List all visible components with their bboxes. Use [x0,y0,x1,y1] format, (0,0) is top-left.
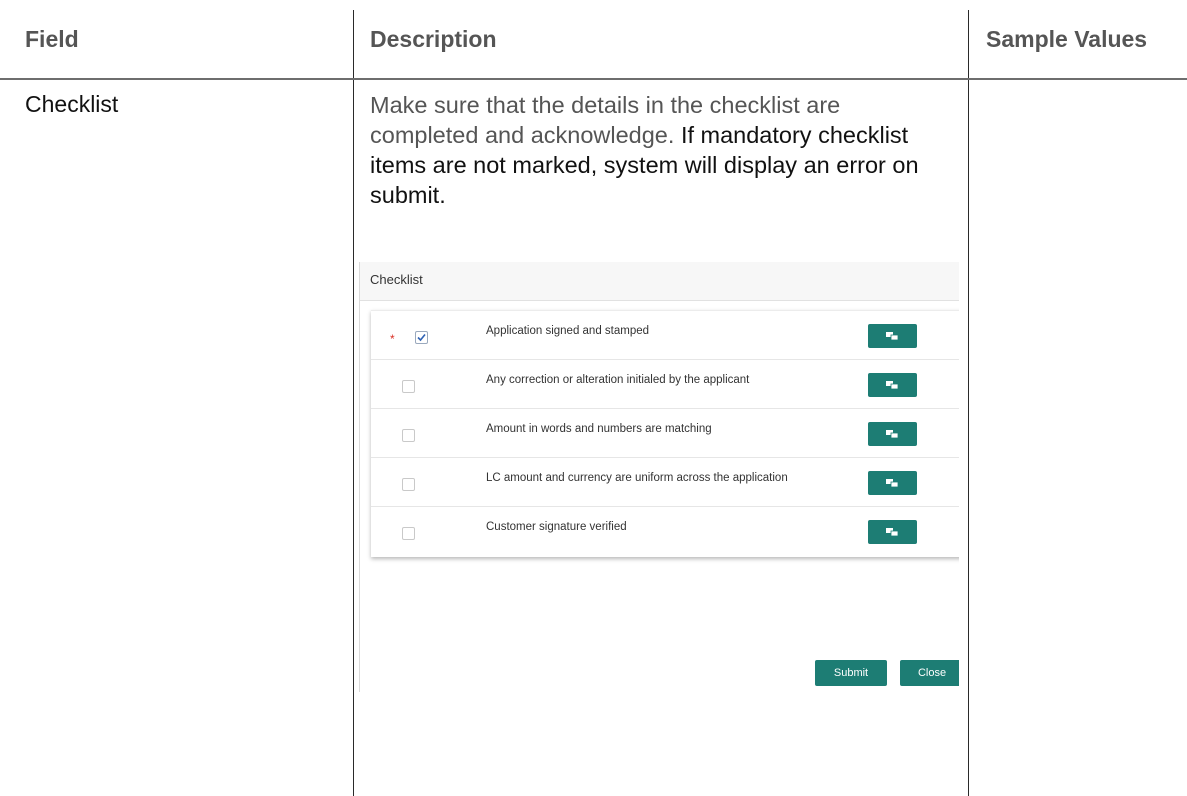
checklist-item-label: Application signed and stamped [486,325,650,337]
checklist-row: LC amount and currency are uniform acros… [371,458,959,507]
comment-icon [886,479,899,488]
checklist-item-label: LC amount and currency are uniform acros… [486,472,788,484]
checklist-checkbox[interactable] [415,331,428,344]
submit-button[interactable]: Submit [815,660,887,686]
comment-button[interactable] [868,324,917,348]
checklist-item-label: Any correction or alteration initialed b… [486,374,750,386]
column-divider-1 [353,10,354,796]
close-button[interactable]: Close [900,660,959,686]
header-field: Field [25,26,79,52]
field-name: Checklist [25,91,119,117]
checklist-checkbox[interactable] [402,527,415,540]
checklist-row: Amount in words and numbers are matching [371,409,959,458]
checklist-card: * Application signed and stamped Any cor… [371,310,959,557]
checklist-checkbox[interactable] [402,380,415,393]
checklist-checkbox[interactable] [402,429,415,442]
checklist-row: * Application signed and stamped [371,311,959,360]
checklist-item-label: Amount in words and numbers are matching [486,423,712,435]
comment-button[interactable] [868,471,917,495]
header-sample-values: Sample Values [986,26,1148,52]
checklist-item-label: Customer signature verified [486,521,627,533]
comment-button[interactable] [868,422,917,446]
mandatory-marker: * [390,332,395,346]
checklist-row: Any correction or alteration initialed b… [371,360,959,409]
comment-icon [886,381,899,390]
comment-button[interactable] [868,373,917,397]
checklist-row: Customer signature verified [371,507,959,555]
header-divider [0,78,1187,80]
column-divider-2 [968,10,969,796]
checklist-checkbox[interactable] [402,478,415,491]
checklist-title: Checklist [370,272,423,287]
comment-icon [886,332,899,341]
header-description: Description [370,26,497,52]
field-description: Make sure that the details in the checkl… [370,90,940,210]
comment-button[interactable] [868,520,917,544]
comment-icon [886,430,899,439]
checkmark-icon [417,333,426,342]
checklist-screenshot: Checklist * Application signed and stamp… [359,262,959,692]
comment-icon [886,528,899,537]
checklist-header: Checklist [360,262,959,301]
